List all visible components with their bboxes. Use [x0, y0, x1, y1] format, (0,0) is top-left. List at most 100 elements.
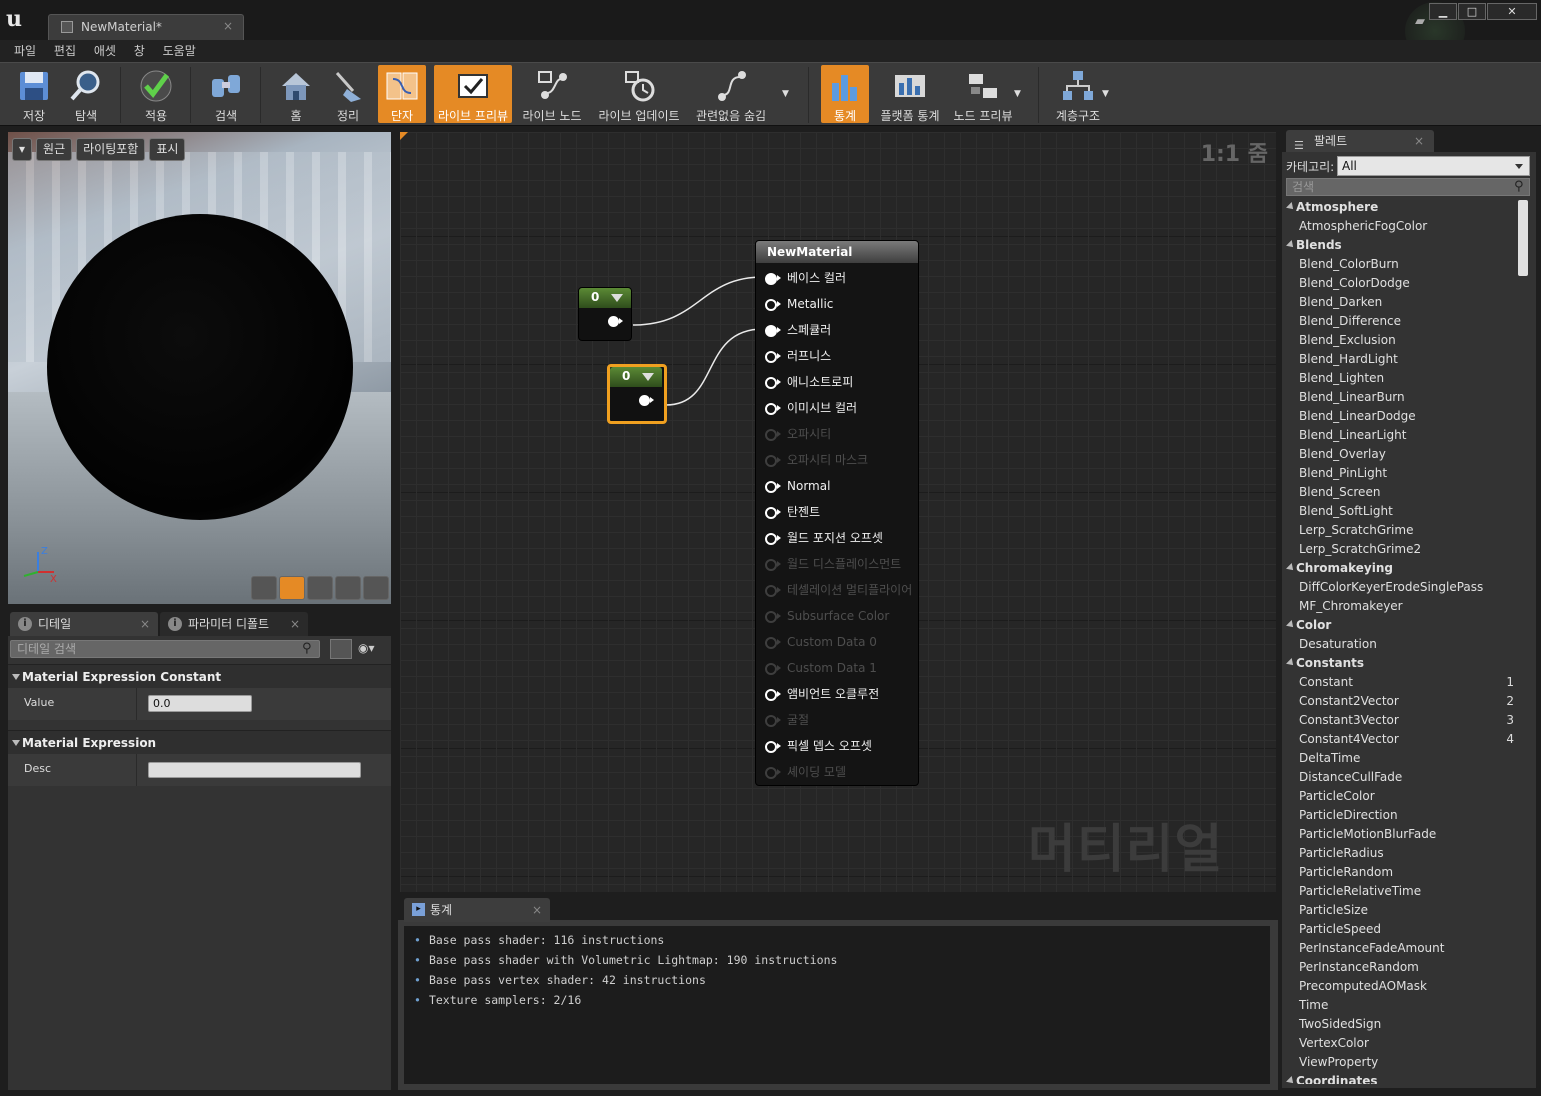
palette-item[interactable]: MF_Chromakeyer [1286, 597, 1516, 616]
tab-details[interactable]: i 디테일 × [10, 612, 158, 636]
material-input-pin[interactable]: 스페큘러 [765, 320, 831, 340]
palette-item[interactable]: Lerp_ScratchGrime2 [1286, 540, 1516, 559]
material-input-pin[interactable]: Metallic [765, 294, 833, 314]
material-input-pin[interactable]: 월드 포지션 오프셋 [765, 528, 883, 548]
palette-category[interactable]: Chromakeying [1286, 559, 1516, 578]
palette-item[interactable]: DistanceCullFade [1286, 768, 1516, 787]
output-pin[interactable] [608, 316, 623, 327]
property-matrix-icon[interactable] [330, 639, 352, 659]
wire-constant2-to-specular[interactable] [665, 328, 764, 406]
material-input-pin[interactable]: 러프니스 [765, 346, 831, 366]
collapse-arrow-icon[interactable] [611, 294, 623, 302]
material-input-pin[interactable]: 베이스 컬러 [765, 268, 846, 288]
palette-item[interactable]: AtmosphericFogColor [1286, 217, 1516, 236]
material-input-pin[interactable]: 오파시티 [765, 424, 831, 444]
palette-item[interactable]: ParticleMotionBlurFade [1286, 825, 1516, 844]
save-button[interactable]: 저장 [10, 65, 58, 123]
material-input-pin[interactable]: Normal [765, 476, 830, 496]
palette-item[interactable]: PrecomputedAOMask [1286, 977, 1516, 996]
node-preview-button[interactable]: 노드 프리뷰 [950, 65, 1016, 123]
palette-item[interactable]: Blend_ColorDodge [1286, 274, 1516, 293]
details-search-input[interactable]: 디테일 검색 [10, 640, 320, 658]
palette-item[interactable]: PerInstanceFadeAmount [1286, 939, 1516, 958]
material-input-pin[interactable]: 셰이딩 모델 [765, 762, 846, 782]
minimize-button[interactable]: ▁ [1429, 3, 1457, 20]
palette-category[interactable]: Coordinates [1286, 1072, 1516, 1084]
palette-item[interactable]: Blend_LinearBurn [1286, 388, 1516, 407]
stats-button[interactable]: 통계 [821, 65, 869, 123]
maximize-button[interactable]: □ [1458, 3, 1486, 20]
palette-item[interactable]: Blend_LinearDodge [1286, 407, 1516, 426]
menu-window[interactable]: 창 [134, 40, 145, 62]
visibility-eye-icon[interactable]: ◉▾ [358, 641, 375, 655]
palette-item[interactable]: Blend_Exclusion [1286, 331, 1516, 350]
palette-item[interactable]: VertexColor [1286, 1034, 1516, 1053]
lit-mode-button[interactable]: 라이팅포함 [76, 138, 146, 161]
palette-item[interactable]: Blend_LinearLight [1286, 426, 1516, 445]
material-input-pin[interactable]: Custom Data 0 [765, 632, 877, 652]
node-preview-dropdown-icon[interactable]: ▼ [1014, 89, 1021, 99]
material-input-pin[interactable]: Subsurface Color [765, 606, 889, 626]
apply-button[interactable]: 적용 [130, 65, 182, 123]
close-tab-icon[interactable]: × [532, 898, 542, 922]
material-graph-canvas[interactable]: 1:1 줌 머티리얼 0 0 NewMaterial 베이스 컬러 Metalli… [400, 132, 1276, 892]
live-update-button[interactable]: 라이브 업데이트 [596, 65, 682, 123]
palette-category[interactable]: Blends [1286, 236, 1516, 255]
browse-button[interactable]: 탐색 [62, 65, 110, 123]
column-divider[interactable] [136, 688, 137, 720]
palette-item[interactable]: ParticleSpeed [1286, 920, 1516, 939]
hierarchy-dropdown-icon[interactable]: ▼ [1102, 89, 1109, 99]
hide-unrelated-button[interactable]: 관련없음 숨김 [692, 65, 770, 123]
palette-item[interactable]: ParticleRelativeTime [1286, 882, 1516, 901]
cube-shape-button[interactable] [335, 576, 361, 600]
cylinder-shape-button[interactable] [251, 576, 277, 600]
palette-item[interactable]: ParticleDirection [1286, 806, 1516, 825]
hierarchy-button[interactable]: 계층구조 [1050, 65, 1106, 123]
palette-item[interactable]: Blend_Darken [1286, 293, 1516, 312]
tab-stats[interactable]: ▸ 통계 × [404, 898, 550, 922]
document-tab[interactable]: NewMaterial* × [48, 14, 244, 40]
search-button[interactable]: 검색 [200, 65, 252, 123]
platform-stats-button[interactable]: 플랫폼 통계 [876, 65, 944, 123]
live-preview-button[interactable]: 라이브 프리뷰 [434, 65, 512, 123]
palette-item[interactable]: Constant2Vector 2 [1286, 692, 1516, 711]
menu-help[interactable]: 도움말 [163, 40, 196, 62]
palette-item[interactable]: ParticleColor [1286, 787, 1516, 806]
palette-item[interactable]: Lerp_ScratchGrime [1286, 521, 1516, 540]
palette-item[interactable]: ViewProperty [1286, 1053, 1516, 1072]
palette-search-input[interactable]: 검색 [1286, 178, 1530, 196]
menu-file[interactable]: 파일 [14, 40, 36, 62]
plane-shape-button[interactable] [307, 576, 333, 600]
wire-constant1-to-base-color[interactable] [632, 276, 764, 326]
palette-item[interactable]: ParticleRadius [1286, 844, 1516, 863]
live-nodes-button[interactable]: 라이브 노드 [518, 65, 586, 123]
material-input-pin[interactable]: 탄젠트 [765, 502, 820, 522]
show-button[interactable]: 표시 [149, 138, 186, 161]
palette-item[interactable]: Blend_SoftLight [1286, 502, 1516, 521]
palette-item[interactable]: DeltaTime [1286, 749, 1516, 768]
material-input-pin[interactable]: 월드 디스플레이스먼트 [765, 554, 901, 574]
output-pin[interactable] [639, 395, 654, 406]
palette-category[interactable]: Constants [1286, 654, 1516, 673]
palette-item[interactable]: Constant 1 [1286, 673, 1516, 692]
sphere-shape-button[interactable] [279, 576, 305, 600]
tab-parameter-defaults[interactable]: i 파라미터 디폴트 × [160, 612, 308, 636]
connectors-button[interactable]: 단자 [378, 65, 426, 123]
palette-item[interactable]: Blend_ColorBurn [1286, 255, 1516, 274]
palette-item[interactable]: Constant3Vector 3 [1286, 711, 1516, 730]
palette-item[interactable]: Blend_HardLight [1286, 350, 1516, 369]
palette-scrollbar[interactable] [1518, 200, 1528, 276]
close-window-button[interactable]: ✕ [1487, 3, 1537, 20]
material-input-pin[interactable]: 오파시티 마스크 [765, 450, 868, 470]
close-tab-icon[interactable]: × [290, 612, 300, 636]
close-tab-icon[interactable]: × [1414, 130, 1424, 152]
palette-item[interactable]: Blend_PinLight [1286, 464, 1516, 483]
hide-unrelated-dropdown-icon[interactable]: ▼ [782, 89, 789, 99]
menu-edit[interactable]: 편집 [54, 40, 76, 62]
palette-category[interactable]: Atmosphere [1286, 198, 1516, 217]
palette-item[interactable]: Blend_Difference [1286, 312, 1516, 331]
category-dropdown[interactable]: All [1337, 156, 1530, 176]
perspective-button[interactable]: 원근 [36, 138, 73, 161]
custom-mesh-button[interactable] [363, 576, 389, 600]
palette-item[interactable]: Constant4Vector 4 [1286, 730, 1516, 749]
